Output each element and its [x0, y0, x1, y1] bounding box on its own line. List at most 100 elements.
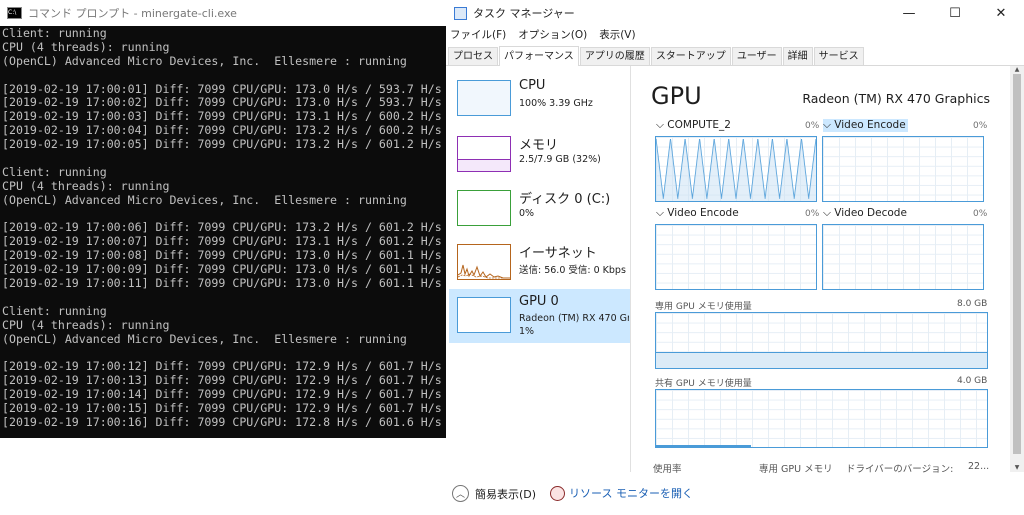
console-line: [2019-02-19 17:00:04] Diff: 7099 CPU/GPU…: [2, 123, 442, 138]
tab-startup[interactable]: スタートアップ: [650, 47, 731, 65]
task-manager-icon: [454, 6, 467, 20]
fewer-details-button[interactable]: ︿ 簡易表示(D): [452, 485, 536, 502]
dedicated-memory-graph: [655, 312, 988, 369]
resource-monitor-icon: [550, 485, 565, 501]
console-line: [2019-02-19 17:00:05] Diff: 7099 CPU/GPU…: [2, 137, 442, 152]
resource-summary: 0%: [519, 208, 535, 219]
fewer-details-label: 簡易表示(D): [475, 487, 537, 501]
console-line: [2019-02-19 17:00:15] Diff: 7099 CPU/GPU…: [2, 401, 442, 416]
console-line: [2019-02-19 17:00:03] Diff: 7099 CPU/GPU…: [2, 109, 442, 124]
tab-performance[interactable]: パフォーマンス: [499, 46, 579, 66]
chevron-down-icon: ⌵: [823, 119, 835, 131]
menu-view[interactable]: 表示(V): [599, 27, 635, 42]
resource-name: GPU 0: [519, 294, 559, 309]
open-resource-monitor-link[interactable]: リソース モニターを開く: [536, 485, 693, 501]
disk-thumbnail-graph: [457, 190, 511, 226]
dedicated-memory-label: 専用 GPU メモリ使用量: [655, 302, 752, 312]
menu-options[interactable]: オプション(O): [518, 27, 587, 42]
gpu-thumbnail-graph: [457, 297, 511, 333]
ethernet-thumbnail-graph: [457, 244, 511, 280]
vertical-scrollbar[interactable]: ▲ ▼: [1010, 66, 1024, 472]
console-line: [2019-02-19 17:00:12] Diff: 7099 CPU/GPU…: [2, 359, 442, 374]
engine-pct: 0%: [973, 121, 988, 131]
minimize-button[interactable]: —: [886, 0, 932, 26]
scroll-up-icon[interactable]: ▲: [1010, 66, 1024, 74]
memory-thumbnail-graph: [457, 136, 511, 172]
resource-summary: 送信: 56.0 受信: 0 Kbps: [519, 265, 626, 276]
tab-processes[interactable]: プロセス: [448, 47, 498, 65]
open-resource-monitor-label: リソース モニターを開く: [569, 487, 693, 500]
desktop-background: [0, 438, 446, 515]
task-manager-window: タスク マネージャー — ☐ ✕ ファイル(F) オプション(O) 表示(V) …: [446, 0, 1024, 515]
engine-selector-1[interactable]: ⌵ COMPUTE_2: [656, 119, 731, 132]
console-line: (OpenCL) Advanced Micro Devices, Inc. El…: [2, 53, 407, 68]
engine-selector-4[interactable]: ⌵ Video Decode: [823, 207, 907, 220]
chevron-down-icon: ⌵: [656, 119, 668, 131]
engine-selector-2[interactable]: ⌵ Video Encode: [823, 119, 908, 132]
scrollbar-thumb[interactable]: [1013, 74, 1021, 454]
console-line: (OpenCL) Advanced Micro Devices, Inc. El…: [2, 192, 407, 207]
console-line: [2019-02-19 17:00:13] Diff: 7099 CPU/GPU…: [2, 373, 442, 388]
resource-summary: Radeon (TM) RX 470 Graphics: [519, 313, 629, 324]
console-output[interactable]: Client: running CPU (4 threads): running(…: [0, 26, 442, 437]
footer-bar: ︿ 簡易表示(D) リソース モニターを開く: [446, 472, 1024, 515]
tab-app-history[interactable]: アプリの履歴: [579, 47, 650, 65]
console-line: Client: running: [2, 303, 107, 318]
stat-driver-version-value: 22...: [968, 461, 990, 472]
resource-item-ethernet[interactable]: イーサネット 送信: 56.0 受信: 0 Kbps: [449, 238, 630, 290]
tm-title: タスク マネージャー: [473, 7, 575, 20]
gpu-detail-panel: GPU Radeon (TM) RX 470 Graphics ⌵ COMPUT…: [631, 66, 1010, 475]
console-line: CPU (4 threads): running: [2, 178, 170, 193]
engine-graph-compute: [655, 136, 817, 202]
tm-title-bar[interactable]: タスク マネージャー — ☐ ✕: [446, 0, 1024, 26]
tab-bar: プロセス パフォーマンス アプリの履歴 スタートアップ ユーザー 詳細 サービス: [446, 45, 1024, 66]
engine-selector-3[interactable]: ⌵ Video Encode: [656, 207, 739, 220]
shared-memory-max: 4.0 GB: [957, 376, 988, 386]
chevron-down-icon: ⌵: [656, 207, 668, 219]
tab-users[interactable]: ユーザー: [731, 47, 782, 65]
engine-pct: 0%: [805, 209, 820, 219]
resource-usage: 1%: [519, 326, 535, 337]
shared-memory-graph: [655, 389, 988, 448]
resource-item-disk[interactable]: ディスク 0 (C:) 0%: [449, 184, 630, 236]
resource-name: CPU: [519, 78, 546, 93]
cmd-icon: C:\: [7, 7, 22, 19]
dedicated-memory-max: 8.0 GB: [957, 299, 988, 309]
detail-heading: GPU: [651, 82, 702, 110]
engine-pct: 0%: [805, 121, 820, 131]
command-prompt-window: C:\ コマンド プロンプト - minergate-cli.exe Clien…: [0, 0, 446, 438]
resource-item-gpu[interactable]: GPU 0 Radeon (TM) RX 470 Graphics 1%: [449, 289, 630, 343]
console-line: [2019-02-19 17:00:09] Diff: 7099 CPU/GPU…: [2, 262, 442, 277]
resource-summary: 2.5/7.9 GB (32%): [519, 154, 601, 165]
console-line: [2019-02-19 17:00:06] Diff: 7099 CPU/GPU…: [2, 220, 442, 235]
cpu-thumbnail-graph: [457, 80, 511, 116]
cmd-title-bar[interactable]: C:\ コマンド プロンプト - minergate-cli.exe: [0, 0, 446, 26]
resource-list: CPU 100% 3.39 GHz メモリ 2.5/7.9 GB (32%) デ…: [446, 66, 630, 472]
console-line: Client: running: [2, 26, 107, 40]
close-button[interactable]: ✕: [978, 0, 1024, 26]
engine-graph-video-decode: [822, 224, 984, 290]
resource-item-memory[interactable]: メモリ 2.5/7.9 GB (32%): [449, 130, 630, 182]
resource-summary: 100% 3.39 GHz: [519, 98, 593, 109]
console-line: [2019-02-19 17:00:08] Diff: 7099 CPU/GPU…: [2, 248, 442, 263]
maximize-button[interactable]: ☐: [932, 0, 978, 26]
menu-file[interactable]: ファイル(F): [450, 27, 506, 42]
console-line: CPU (4 threads): running: [2, 39, 170, 54]
chevron-down-icon: ⌵: [823, 207, 835, 219]
engine-graph-video-encode: [822, 136, 984, 202]
resource-name: イーサネット: [519, 246, 597, 261]
console-line: [2019-02-19 17:00:16] Diff: 7099 CPU/GPU…: [2, 414, 442, 429]
device-name: Radeon (TM) RX 470 Graphics: [802, 91, 990, 106]
console-line: [2019-02-19 17:00:02] Diff: 7099 CPU/GPU…: [2, 95, 442, 110]
tab-details[interactable]: 詳細: [782, 47, 813, 65]
resource-item-cpu[interactable]: CPU 100% 3.39 GHz: [449, 74, 630, 126]
scroll-down-icon[interactable]: ▼: [1010, 464, 1024, 472]
tab-services[interactable]: サービス: [813, 47, 864, 65]
console-line: [2019-02-19 17:00:14] Diff: 7099 CPU/GPU…: [2, 387, 442, 402]
engine-pct: 0%: [973, 209, 988, 219]
shared-memory-label: 共有 GPU メモリ使用量: [655, 379, 752, 389]
